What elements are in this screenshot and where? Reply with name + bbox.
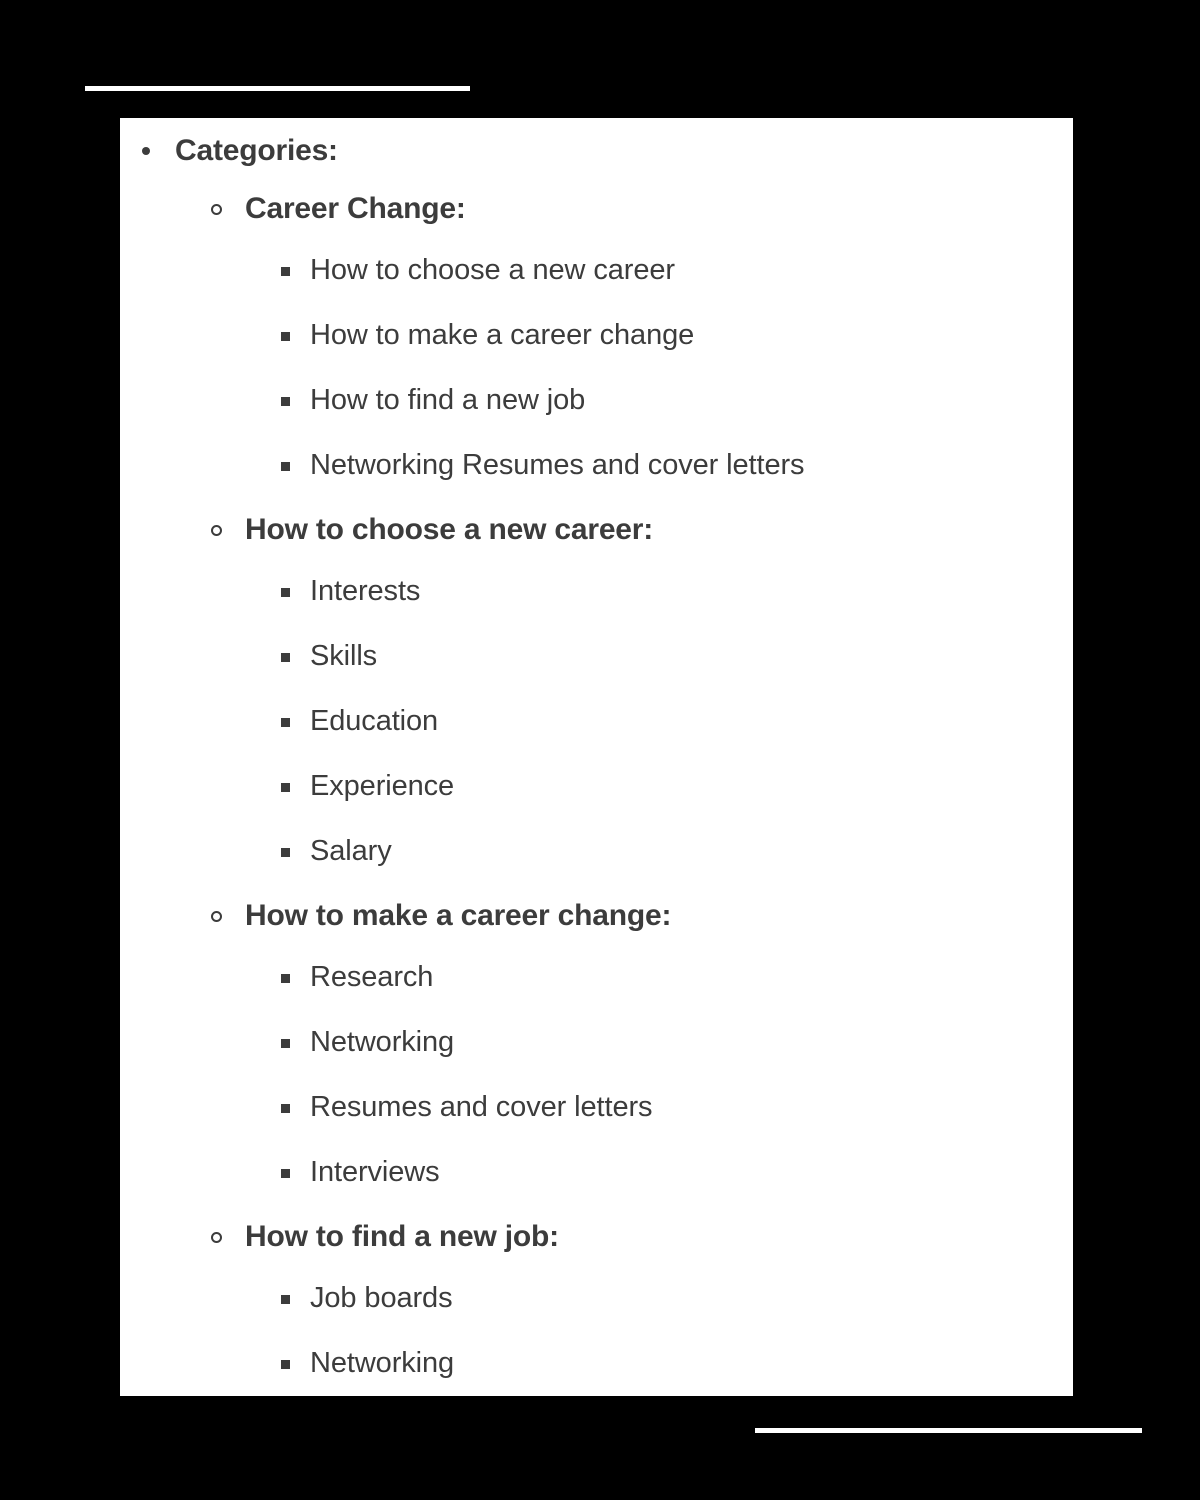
- outline-leaf-item-label: How to choose a new career: [310, 254, 675, 286]
- outline-leaf-item-label: Resumes and cover letters: [310, 1091, 653, 1123]
- outline-leaf-item: Job boards: [120, 1266, 1073, 1331]
- document-page: Categories: Career Change: How to choose a…: [120, 118, 1073, 1396]
- outline-list: Categories: Career Change: How to choose a…: [120, 118, 1073, 1396]
- circle-bullet-icon: [211, 910, 222, 922]
- square-bullet-icon: [281, 266, 290, 276]
- outline-leaf-item: Networking: [120, 1010, 1073, 1075]
- square-bullet-icon: [281, 973, 290, 983]
- top-divider-rule: [85, 86, 470, 91]
- square-bullet-icon: [281, 396, 290, 406]
- outline-section-heading: How to find a new job:: [120, 1205, 1073, 1268]
- square-bullet-icon: [281, 587, 290, 597]
- square-bullet-icon: [281, 717, 290, 727]
- outline-section-heading: How to make a career change:: [120, 884, 1073, 947]
- outline-leaf-item: Interviews: [120, 1140, 1073, 1205]
- outline-leaf-item: How to make a career change: [120, 303, 1073, 368]
- outline-leaf-item-label: Salary: [310, 835, 392, 867]
- circle-bullet-icon: [211, 1231, 222, 1243]
- outline-leaf-item-label: Networking: [310, 1026, 455, 1058]
- outline-leaf-item: Networking Resumes and cover letters: [120, 433, 1073, 498]
- outline-leaf-item: How to find a new job: [120, 368, 1073, 433]
- outline-leaf-item: Skills: [120, 624, 1073, 689]
- outline-leaf-item-label: Interests: [310, 575, 421, 607]
- outline-leaf-item: Education: [120, 689, 1073, 754]
- outline-leaf-item: Salary: [120, 819, 1073, 884]
- outline-section-heading: Career Change:: [120, 177, 1073, 240]
- outline-root-item-label: Categories:: [175, 134, 338, 167]
- square-bullet-icon: [281, 1294, 290, 1304]
- outline-leaf-item-label: Skills: [310, 640, 378, 672]
- bottom-divider-rule: [755, 1428, 1142, 1433]
- square-bullet-icon: [281, 461, 290, 471]
- outline-section-heading: How to choose a new career:: [120, 498, 1073, 561]
- outline-leaf-item: Experience: [120, 754, 1073, 819]
- outline-leaf-item-label: Experience: [310, 770, 455, 802]
- outline-leaf-item-label: Networking: [310, 1347, 455, 1379]
- outline-section-heading-label: How to find a new job:: [245, 1220, 559, 1253]
- outline-leaf-item: Research: [120, 945, 1073, 1010]
- square-bullet-icon: [281, 1038, 290, 1048]
- circle-bullet-icon: [211, 203, 222, 215]
- outline-leaf-item: Resumes and cover letters: [120, 1075, 1073, 1140]
- square-bullet-icon: [281, 847, 290, 857]
- outline-leaf-item: Networking: [120, 1331, 1073, 1396]
- square-bullet-icon: [281, 652, 290, 662]
- outline-leaf-item-label: Networking Resumes and cover letters: [310, 449, 805, 481]
- outline-section-heading-label: How to choose a new career:: [245, 513, 654, 546]
- outline-section-heading-label: Career Change:: [245, 192, 466, 225]
- outline-leaf-item: How to choose a new career: [120, 238, 1073, 303]
- outline-leaf-item-label: Research: [310, 961, 434, 993]
- outline-leaf-item-label: Interviews: [310, 1156, 440, 1188]
- disc-bullet-icon: [142, 146, 150, 155]
- screen-background: Categories: Career Change: How to choose a…: [0, 0, 1200, 1500]
- circle-bullet-icon: [211, 524, 222, 536]
- outline-root-item: Categories:: [120, 124, 1073, 177]
- square-bullet-icon: [281, 1103, 290, 1113]
- square-bullet-icon: [281, 782, 290, 792]
- square-bullet-icon: [281, 1168, 290, 1178]
- outline-leaf-item-label: Education: [310, 705, 439, 737]
- outline-leaf-item-label: How to make a career change: [310, 319, 695, 351]
- outline-leaf-item: Interests: [120, 559, 1073, 624]
- outline-leaf-item-label: Job boards: [310, 1282, 453, 1314]
- outline-section-heading-label: How to make a career change:: [245, 899, 672, 932]
- square-bullet-icon: [281, 1359, 290, 1369]
- square-bullet-icon: [281, 331, 290, 341]
- outline-leaf-item-label: How to find a new job: [310, 384, 586, 416]
